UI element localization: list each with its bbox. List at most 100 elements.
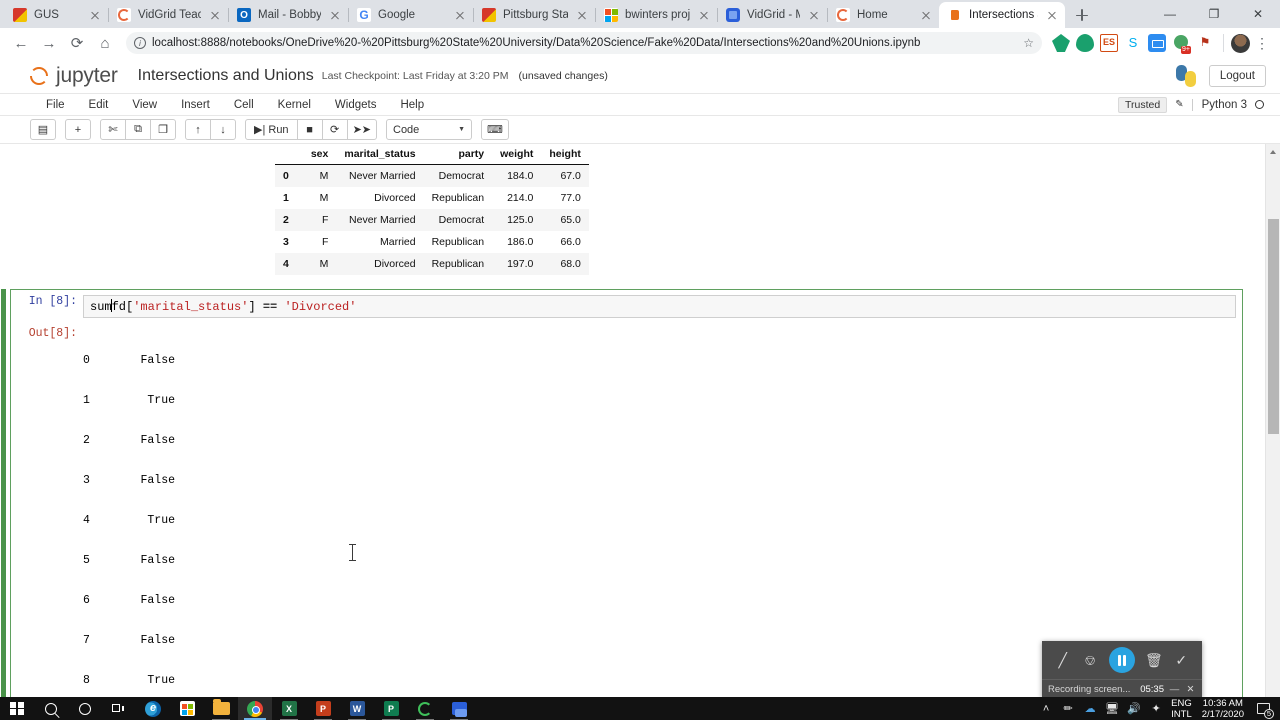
taskbar-item-chrome[interactable] xyxy=(238,697,272,720)
taskbar-item-edge[interactable]: e xyxy=(136,697,170,720)
restart-kernel-button[interactable]: ⟳ xyxy=(321,119,348,140)
run-cell-button[interactable]: ▶| Run xyxy=(245,119,298,140)
no-annotate-icon[interactable]: ⎊ xyxy=(1082,652,1099,669)
kernel-name-label[interactable]: Python 3 xyxy=(1191,98,1247,111)
menu-widgets[interactable]: Widgets xyxy=(323,99,389,111)
browser-tab-vidgrid-my-grid[interactable]: VidGrid - My Gr xyxy=(717,2,828,28)
grammarly-extension-icon[interactable] xyxy=(1172,34,1191,54)
brush-icon[interactable]: ╱ xyxy=(1054,652,1071,669)
recorder-minimize-button[interactable]: — xyxy=(1169,684,1180,695)
pen-tray-icon[interactable]: ✏ xyxy=(1057,697,1079,720)
move-cell-up-button[interactable]: ↑ xyxy=(185,119,211,140)
cut-cell-button[interactable]: ✄ xyxy=(100,119,126,140)
paste-cell-button[interactable]: ❐ xyxy=(150,119,176,140)
pin-green-icon[interactable] xyxy=(1052,34,1070,52)
tab-close-icon[interactable] xyxy=(919,8,933,22)
dropbox-tray-icon[interactable]: ✦ xyxy=(1145,697,1167,720)
notification-center-button[interactable]: 5 xyxy=(1250,697,1276,720)
cortana-button[interactable] xyxy=(68,697,102,720)
interrupt-kernel-button[interactable]: ■ xyxy=(296,119,323,140)
pause-recording-button[interactable] xyxy=(1108,647,1135,673)
taskbar-item-vidgrid[interactable] xyxy=(408,697,442,720)
copy-cell-button[interactable]: ⧉ xyxy=(125,119,151,140)
cell-type-select[interactable]: Code ▼ xyxy=(386,119,472,140)
tab-close-icon[interactable] xyxy=(208,8,222,22)
tab-close-icon[interactable] xyxy=(88,8,102,22)
tab-close-icon[interactable] xyxy=(697,8,711,22)
taskbar-item-powerpoint[interactable]: P xyxy=(306,697,340,720)
forward-button[interactable]: → xyxy=(36,30,62,56)
search-taskbar-button[interactable] xyxy=(34,697,68,720)
address-bar[interactable]: i localhost:8888/notebooks/OneDrive%20-%… xyxy=(126,32,1042,54)
profile-avatar[interactable] xyxy=(1231,33,1250,53)
chrome-menu-icon[interactable]: ⋮ xyxy=(1252,35,1272,52)
insert-cell-below-button[interactable]: + xyxy=(65,119,91,140)
taskbar-item-store[interactable] xyxy=(170,697,204,720)
tab-close-icon[interactable] xyxy=(328,8,342,22)
command-palette-button[interactable]: ⌨ xyxy=(481,119,509,140)
clock[interactable]: 10:36 AM 2/17/2020 xyxy=(1196,698,1250,720)
network-tray-icon[interactable]: 🖥 xyxy=(1101,697,1123,720)
screen-recorder-widget[interactable]: ╱ ⎊ 🗑 ✓ Recording screen... 05:35 — ✕ xyxy=(1042,641,1202,697)
browser-tab-mail[interactable]: Mail - Bobby Wi xyxy=(228,2,349,28)
recorder-close-button[interactable]: ✕ xyxy=(1185,684,1196,695)
taskbar-item-word[interactable]: W xyxy=(340,697,374,720)
menu-kernel[interactable]: Kernel xyxy=(266,99,323,111)
close-window-button[interactable]: ✕ xyxy=(1236,0,1280,28)
blue-extension-icon[interactable] xyxy=(1148,34,1166,52)
pdf-extension-icon[interactable]: ⚑ xyxy=(1196,34,1214,52)
scrollbar-thumb[interactable] xyxy=(1268,219,1279,434)
tab-close-icon[interactable] xyxy=(807,8,821,22)
reload-button[interactable]: ⟳ xyxy=(64,30,90,56)
menu-cell[interactable]: Cell xyxy=(222,99,266,111)
taskbar-item-file-explorer[interactable] xyxy=(204,697,238,720)
trash-icon[interactable]: 🗑 xyxy=(1145,652,1163,669)
save-button[interactable]: ▤ xyxy=(30,119,56,140)
menu-file[interactable]: File xyxy=(34,99,77,111)
browser-tab-gus[interactable]: GUS xyxy=(4,2,109,28)
maximize-window-button[interactable]: ❐ xyxy=(1192,0,1236,28)
browser-tab-google[interactable]: Google xyxy=(348,2,474,28)
menu-help[interactable]: Help xyxy=(388,99,436,111)
tab-close-icon[interactable] xyxy=(453,8,467,22)
bookmark-star-icon[interactable]: ☆ xyxy=(1023,36,1034,50)
site-info-icon[interactable]: i xyxy=(134,37,146,49)
tab-close-icon[interactable] xyxy=(1045,8,1059,22)
browser-tab-intersections-and-unions[interactable]: Intersections and xyxy=(939,2,1065,28)
task-view-button[interactable] xyxy=(102,697,136,720)
menu-view[interactable]: View xyxy=(120,99,169,111)
notebook-title[interactable]: Intersections and Unions xyxy=(138,67,314,85)
restart-and-run-all-button[interactable]: ➤➤ xyxy=(346,119,377,140)
tab-close-icon[interactable] xyxy=(575,8,589,22)
browser-tab-vidgrid-teacher[interactable]: VidGrid Teacher xyxy=(108,2,229,28)
start-button[interactable] xyxy=(0,697,34,720)
menu-insert[interactable]: Insert xyxy=(169,99,222,111)
pin-green-round-icon[interactable] xyxy=(1076,34,1094,52)
jupyter-logo[interactable]: jupyter xyxy=(28,64,118,88)
language-indicator[interactable]: ENG INTL xyxy=(1167,698,1196,720)
tray-chevron-up-icon[interactable]: ˄ xyxy=(1035,697,1057,720)
new-tab-button[interactable] xyxy=(1069,2,1095,28)
onedrive-tray-icon[interactable]: ☁ xyxy=(1079,697,1101,720)
code-editor-input[interactable]: sumfd['marital_status'] == 'Divorced' xyxy=(83,295,1236,318)
home-button[interactable]: ⌂ xyxy=(92,30,118,56)
notebook-vertical-scrollbar[interactable] xyxy=(1265,144,1280,697)
taskbar-item-publisher[interactable]: P xyxy=(374,697,408,720)
skype-extension-icon[interactable]: S xyxy=(1124,34,1142,52)
scroll-up-arrow-icon[interactable] xyxy=(1266,144,1280,159)
taskbar-item-blue-app[interactable] xyxy=(442,697,476,720)
finish-check-icon[interactable]: ✓ xyxy=(1173,652,1190,669)
menu-edit[interactable]: Edit xyxy=(77,99,121,111)
move-cell-down-button[interactable]: ↓ xyxy=(210,119,236,140)
browser-tab-home[interactable]: Home xyxy=(827,2,940,28)
logout-button[interactable]: Logout xyxy=(1208,64,1266,87)
es-extension-icon[interactable]: ES xyxy=(1100,34,1118,52)
volume-tray-icon[interactable]: 🔊 xyxy=(1123,697,1145,720)
taskbar-item-excel[interactable]: X xyxy=(272,697,306,720)
back-button[interactable]: ← xyxy=(8,30,34,56)
browser-tab-bwinters-project[interactable]: bwinters project xyxy=(595,2,718,28)
selected-code-cell[interactable]: In [8]: sumfd['marital_status'] == 'Divo… xyxy=(1,289,1243,697)
minimize-window-button[interactable]: — xyxy=(1148,0,1192,28)
minimize-icon: — xyxy=(1164,7,1176,21)
browser-tab-pittsburg-state[interactable]: Pittsburg State U xyxy=(473,2,596,28)
